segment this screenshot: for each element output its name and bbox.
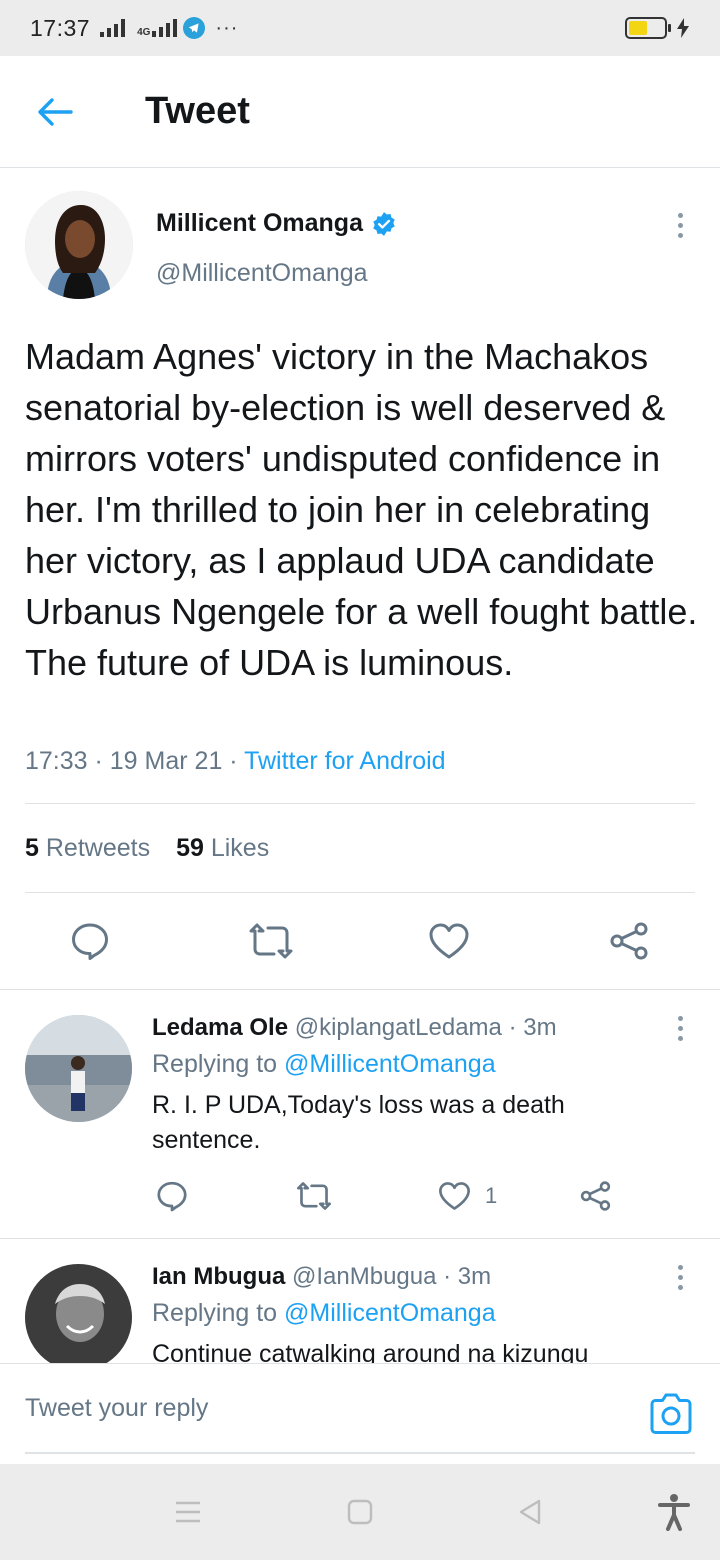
- charging-icon: [677, 18, 689, 38]
- share-icon: [610, 922, 648, 960]
- menu-icon: [176, 1501, 200, 1523]
- reply-button[interactable]: [156, 1180, 188, 1212]
- reply-header: Ledama Ole @kiplangatLedama · 3m: [152, 1014, 557, 1042]
- reply-author-name[interactable]: Ledama Ole: [152, 1014, 288, 1041]
- status-icons: 4G ···: [100, 17, 238, 40]
- arrow-left-icon: [38, 98, 73, 126]
- mention-link[interactable]: @MillicentOmanga: [284, 1299, 496, 1327]
- share-button[interactable]: [579, 1180, 612, 1212]
- meta-separator: ·: [222, 747, 245, 775]
- reply-tweet[interactable]: Ian Mbugua @IanMbugua · 3m Replying to @…: [0, 1239, 720, 1363]
- tweet-stats: 5 Retweets 59 Likes: [25, 834, 269, 863]
- menu-nav-button[interactable]: [166, 1490, 210, 1534]
- telegram-icon: [183, 17, 206, 39]
- reply-more-button[interactable]: [665, 1257, 695, 1297]
- retweet-button[interactable]: [296, 1180, 332, 1212]
- like-button[interactable]: 1: [438, 1180, 497, 1212]
- reply-time: · 3m: [443, 1263, 492, 1290]
- replying-to: Replying to @MillicentOmanga: [152, 1299, 496, 1327]
- app-header: Tweet: [0, 56, 720, 168]
- reply-avatar[interactable]: [25, 1264, 132, 1363]
- reply-author-handle[interactable]: @kiplangatLedama: [295, 1014, 502, 1041]
- signal-icon: [100, 19, 126, 37]
- status-bar: 17:37 4G ···: [0, 0, 720, 56]
- reply-more-button[interactable]: [665, 1008, 695, 1048]
- divider: [25, 892, 695, 893]
- like-count: 1: [485, 1183, 498, 1208]
- retweet-button[interactable]: [248, 921, 294, 961]
- reply-text: Continue catwalking around na kizungu: [152, 1340, 589, 1363]
- back-nav-button[interactable]: [508, 1490, 552, 1534]
- reply-time: · 3m: [508, 1014, 557, 1041]
- tweet-date: 19 Mar 21: [109, 747, 223, 775]
- reply-bubble-icon: [157, 1181, 187, 1212]
- back-triangle-icon: [519, 1499, 541, 1525]
- reply-text: R. I. P UDA,Today's loss was a death sen…: [152, 1091, 565, 1154]
- page-title: Tweet: [145, 90, 250, 132]
- reply-author-name[interactable]: Ian Mbugua: [152, 1263, 285, 1290]
- reply-input[interactable]: Tweet your reply: [25, 1394, 208, 1423]
- heart-icon: [439, 1182, 470, 1210]
- reply-button[interactable]: [70, 921, 110, 961]
- replying-to: Replying to @MillicentOmanga: [152, 1050, 496, 1078]
- tweet-time: 17:33: [25, 747, 88, 775]
- home-square-icon: [347, 1499, 373, 1525]
- share-icon: [580, 1181, 611, 1211]
- likes-stat[interactable]: 59 Likes: [176, 834, 269, 863]
- reply-header: Ian Mbugua @IanMbugua · 3m: [152, 1263, 491, 1291]
- network-type-icon: 4G: [137, 19, 178, 38]
- like-button[interactable]: [428, 921, 470, 961]
- reply-tweet[interactable]: Ledama Ole @kiplangatLedama · 3m Replyin…: [0, 990, 720, 1238]
- camera-button[interactable]: [648, 1392, 694, 1436]
- heart-icon: [429, 923, 469, 959]
- author-handle[interactable]: @MillicentOmanga: [156, 259, 368, 288]
- reply-avatar[interactable]: [25, 1015, 132, 1122]
- tweet-meta: 17:33 · 19 Mar 21 · Twitter for Android: [25, 747, 446, 776]
- verified-badge-icon: [373, 211, 395, 236]
- status-time: 17:37: [30, 14, 91, 41]
- tweet-source-link[interactable]: Twitter for Android: [244, 747, 445, 775]
- retweets-stat[interactable]: 5 Retweets: [25, 834, 150, 863]
- tweet-more-button[interactable]: [665, 205, 695, 245]
- battery-icon: [625, 17, 690, 39]
- home-nav-button[interactable]: [338, 1490, 382, 1534]
- tweet-text: Madam Agnes' victory in the Machakos sen…: [25, 336, 698, 683]
- share-button[interactable]: [608, 921, 650, 961]
- reply-bubble-icon: [72, 923, 108, 960]
- back-button[interactable]: [32, 92, 78, 132]
- reply-composer: Tweet your reply: [0, 1363, 720, 1463]
- retweet-icon: [297, 1182, 331, 1210]
- reply-author-handle[interactable]: @IanMbugua: [292, 1263, 436, 1290]
- accessibility-icon: [658, 1494, 690, 1531]
- divider: [25, 803, 695, 804]
- system-nav-bar: [0, 1464, 720, 1560]
- retweet-icon: [249, 923, 293, 959]
- author-avatar[interactable]: [25, 191, 133, 299]
- more-notifications-icon: ···: [215, 16, 239, 39]
- accessibility-button[interactable]: [652, 1490, 696, 1534]
- meta-separator: ·: [87, 747, 110, 775]
- camera-icon: [650, 1393, 692, 1434]
- author-name[interactable]: Millicent Omanga: [156, 209, 397, 238]
- input-underline: [25, 1452, 695, 1454]
- mention-link[interactable]: @MillicentOmanga: [284, 1050, 496, 1078]
